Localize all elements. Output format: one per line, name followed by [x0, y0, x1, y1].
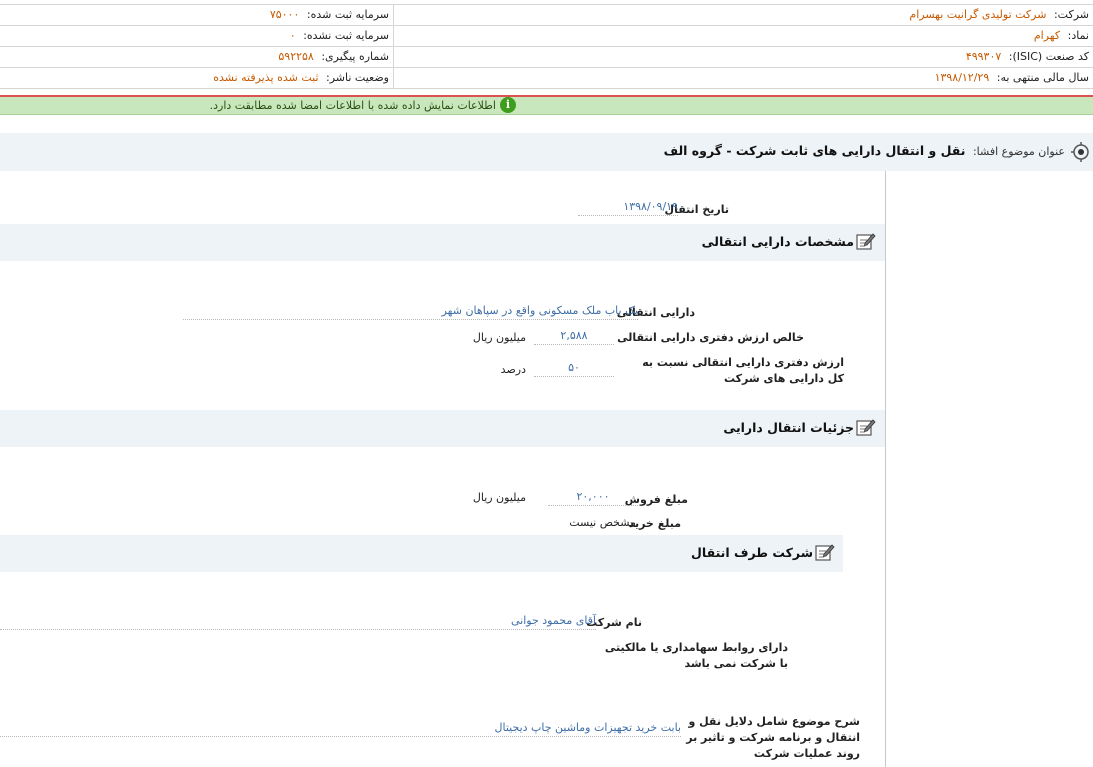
info-row-isic: کد صنعت (ISIC): ۴۹۹۳۰۷ شماره پیگیری: ۵۹۲…: [0, 47, 1093, 68]
registered-capital-cell: سرمایه ثبت شده: ۷۵۰۰۰: [0, 5, 394, 25]
edit-icon: [856, 233, 876, 250]
publisher-status-label: وضعیت ناشر:: [326, 71, 389, 84]
ratio-unit: درصد: [500, 363, 526, 376]
tracking-number-value: ۵۹۲۲۵۸: [278, 50, 314, 63]
purchase-amount-value: مشخص نیست: [569, 516, 636, 529]
unregistered-capital-label: سرمایه ثبت نشده:: [303, 29, 389, 42]
registered-capital-value: ۷۵۰۰۰: [269, 8, 300, 21]
counterparty-section-title: شرکت طرف انتقال: [691, 545, 813, 560]
ownership-relation-label: دارای روابط سهامداری یا مالکیتی با شرکت …: [604, 641, 788, 670]
company-label: شرکت:: [1053, 8, 1089, 21]
isic-value: ۴۹۹۳۰۷: [965, 50, 1002, 63]
details-section-header: جزئیات انتقال دارایی: [0, 410, 885, 447]
publisher-status-cell: وضعیت ناشر: ثبت شده پذیرفته نشده: [0, 68, 394, 88]
message-text: اطلاعات نمایش داده شده با اطلاعات امضا ش…: [209, 99, 496, 112]
company-cell: شرکت: شرکت تولیدی گرانیت بهسرام: [399, 5, 1089, 25]
subject-label: عنوان موضوع افشا:: [972, 145, 1065, 158]
signature-match-message: i اطلاعات نمایش داده شده با اطلاعات امضا…: [0, 97, 1093, 115]
description-value: بابت خرید تجهیزات وماشین چاپ دیجیتال: [0, 720, 681, 737]
registered-capital-label: سرمایه ثبت شده:: [306, 8, 389, 21]
info-row-fiscal: سال مالی منتهی به: ۱۳۹۸/۱۲/۲۹ وضعیت ناشر…: [0, 68, 1093, 89]
subject-title: نقل و انتقال دارایی های ثابت شرکت - گروه…: [663, 143, 966, 158]
book-value-unit: میلیون ریال: [472, 331, 526, 344]
transfer-date-value: ۱۳۹۸/۰۹/۱۹: [578, 199, 678, 216]
ratio-label: ارزش دفتری دارایی انتقالی نسبت به کل دار…: [642, 356, 844, 385]
edit-icon: [856, 419, 876, 436]
symbol-cell: نماد: کهرام: [399, 26, 1089, 46]
isic-label: کد صنعت (ISIC):: [1008, 50, 1089, 63]
asset-section-title: مشخصات دارایی انتقالی: [701, 234, 854, 249]
company-info-table: شرکت: شرکت تولیدی گرانیت بهسرام سرمایه ث…: [0, 4, 1093, 89]
details-section-title: جزئیات انتقال دارایی: [723, 420, 854, 435]
tracking-number-label: شماره پیگیری:: [321, 50, 389, 63]
fiscal-year-cell: سال مالی منتهی به: ۱۳۹۸/۱۲/۲۹: [399, 68, 1089, 88]
info-row-company: شرکت: شرکت تولیدی گرانیت بهسرام سرمایه ث…: [0, 5, 1093, 26]
company-name-value: آقای محمود جوانی: [0, 613, 596, 630]
symbol-label: نماد:: [1067, 29, 1089, 42]
company-value[interactable]: شرکت تولیدی گرانیت بهسرام: [909, 8, 1046, 21]
tracking-number-cell: شماره پیگیری: ۵۹۲۲۵۸: [0, 47, 394, 67]
info-icon: i: [500, 97, 516, 113]
symbol-value[interactable]: کهرام: [1034, 29, 1060, 42]
info-row-symbol: نماد: کهرام سرمایه ثبت نشده: ۰: [0, 26, 1093, 47]
sale-amount-unit: میلیون ریال: [472, 491, 526, 504]
unregistered-capital-value: ۰: [289, 29, 296, 42]
target-icon: [1071, 142, 1089, 162]
publisher-status-value: ثبت شده پذیرفته نشده: [213, 71, 319, 84]
sale-amount-value: ۲۰,۰۰۰: [548, 489, 638, 506]
unregistered-capital-cell: سرمایه ثبت نشده: ۰: [0, 26, 394, 46]
subject-text: عنوان موضوع افشا: نقل و انتقال دارایی ها…: [664, 143, 1065, 158]
disclosure-subject-bar: عنوان موضوع افشا: نقل و انتقال دارایی ها…: [0, 133, 1093, 171]
ratio-value: ۵۰: [534, 360, 614, 377]
book-value-value: ۲,۵۸۸: [534, 328, 614, 345]
fiscal-year-value: ۱۳۹۸/۱۲/۲۹: [934, 71, 990, 84]
content-divider: [885, 171, 886, 767]
edit-icon: [815, 544, 835, 561]
isic-cell: کد صنعت (ISIC): ۴۹۹۳۰۷: [399, 47, 1089, 67]
book-value-label: خالص ارزش دفتری دارایی انتقالی: [617, 331, 804, 344]
description-label: شرح موضوع شامل دلایل نقل و انتقال و برنا…: [686, 715, 860, 760]
purchase-amount-label: مبلغ خرید: [628, 517, 681, 530]
counterparty-section-header: شرکت طرف انتقال: [0, 535, 843, 572]
fiscal-year-label: سال مالی منتهی به:: [996, 71, 1089, 84]
asset-value: یک باب ملک مسکونی واقع در سپاهان شهر: [183, 303, 638, 320]
asset-section-header: مشخصات دارایی انتقالی: [0, 224, 885, 261]
